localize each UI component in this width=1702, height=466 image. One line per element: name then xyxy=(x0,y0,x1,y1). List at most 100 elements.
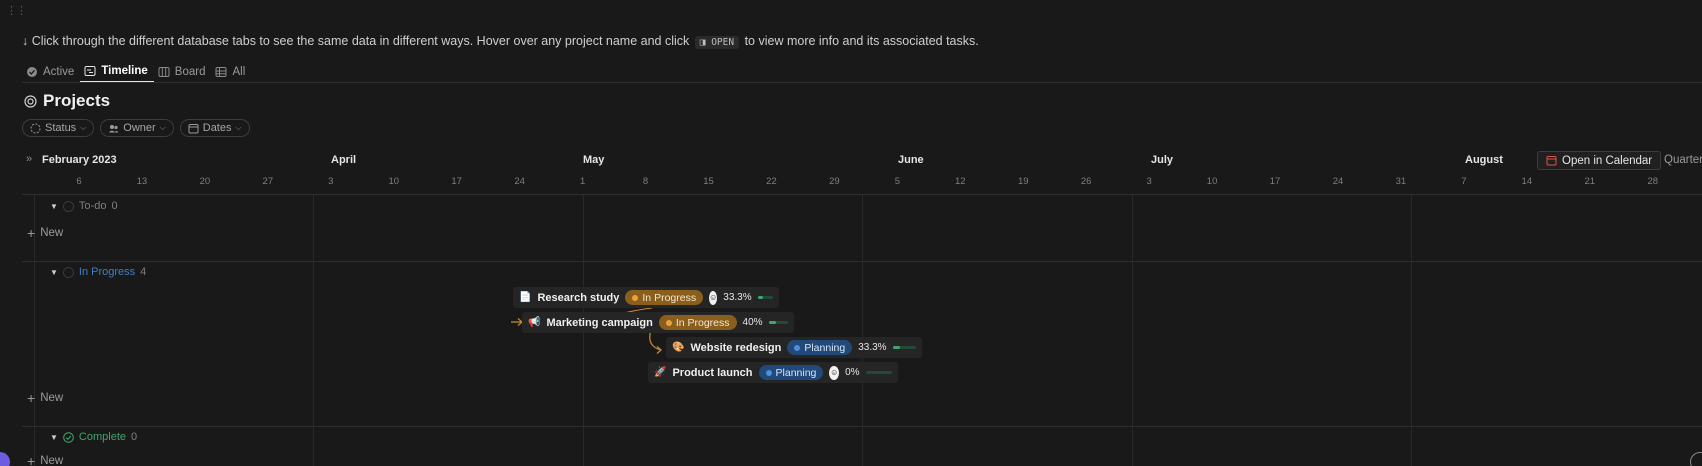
progress-bar-fill xyxy=(768,321,777,324)
megaphone-icon: 📢 xyxy=(528,317,541,328)
day-tick-label: 13 xyxy=(136,176,148,187)
avatar: ☺ xyxy=(709,290,718,305)
day-tick-label: 8 xyxy=(642,176,649,187)
project-card-marketing-campaign[interactable]: 📢 Marketing campaign In Progress 40% xyxy=(522,312,794,333)
status-badge: Planning xyxy=(787,340,853,355)
owner-filter-label: Owner xyxy=(123,122,156,134)
day-tick-label: 20 xyxy=(199,176,211,187)
page-title: Projects xyxy=(24,91,110,111)
progress-percent: 0% xyxy=(845,367,860,378)
group-in-progress[interactable]: ▼ In Progress 4 xyxy=(50,266,146,278)
day-tick-label: 24 xyxy=(514,176,525,187)
instruction-text: ↓ Click through the different database t… xyxy=(22,34,979,49)
day-tick-label: 26 xyxy=(1080,176,1092,187)
group-todo-count: 0 xyxy=(111,200,118,212)
day-tick-label: 17 xyxy=(451,176,462,187)
expand-sidebar-icon[interactable]: » xyxy=(26,153,32,165)
calendar-icon xyxy=(1546,156,1557,166)
tab-all[interactable]: All xyxy=(211,60,251,83)
group-complete[interactable]: ▼ Complete 0 xyxy=(50,431,137,443)
owner-filter[interactable]: Owner ⌵ xyxy=(100,119,174,137)
tab-active[interactable]: Active xyxy=(22,60,80,83)
status-dot xyxy=(765,369,772,376)
month-label: August xyxy=(1465,154,1503,166)
view-tabs: Active Timeline Board All xyxy=(22,60,251,83)
dates-filter-label: Dates xyxy=(202,122,232,134)
status-badge: Planning xyxy=(758,365,824,380)
help-bubble[interactable] xyxy=(0,452,10,466)
plus-icon: + xyxy=(27,225,36,241)
drag-handle-icon[interactable]: ⋮⋮ xyxy=(6,6,27,17)
project-card-website-redesign[interactable]: 🎨 Website redesign Planning 33.3% xyxy=(666,337,922,358)
instruction-text-after: to view more info and its associated tas… xyxy=(744,34,979,48)
day-tick-label: 12 xyxy=(955,176,966,187)
collapse-triangle-icon[interactable]: ▼ xyxy=(50,202,58,211)
project-card-product-launch[interactable]: 🚀 Product launch Planning ☺ 0% xyxy=(648,362,898,383)
group-complete-count: 0 xyxy=(131,431,138,443)
month-label: May xyxy=(583,154,605,166)
day-tick-label: 29 xyxy=(829,176,840,187)
board-icon xyxy=(158,66,170,77)
day-tick-label: 21 xyxy=(1584,176,1596,187)
chevron-down-icon: ⌵ xyxy=(80,123,87,132)
progress-bar xyxy=(865,371,892,374)
status-filter-label: Status xyxy=(45,122,77,134)
tab-board-label: Board xyxy=(174,65,206,78)
new-item-button[interactable]: + New xyxy=(27,225,63,241)
day-tick-label: 14 xyxy=(1521,176,1533,187)
tab-board[interactable]: Board xyxy=(154,60,212,83)
day-tick-label: 24 xyxy=(1332,176,1344,187)
progress-percent: 33.3% xyxy=(723,292,752,303)
project-name[interactable]: Product launch xyxy=(672,367,752,379)
status-dot xyxy=(794,344,801,351)
day-tick-label: 1 xyxy=(579,176,586,187)
check-circle-icon xyxy=(27,66,37,77)
grid-line xyxy=(313,194,314,466)
month-label: July xyxy=(1151,154,1174,166)
plus-icon: + xyxy=(27,453,36,466)
day-tick-label: 10 xyxy=(1206,176,1218,187)
tab-timeline[interactable]: Timeline xyxy=(80,60,154,83)
day-tick-label: 28 xyxy=(1647,176,1659,187)
tab-all-label: All xyxy=(232,65,246,78)
grid-line xyxy=(1132,194,1133,466)
progress-bar xyxy=(892,346,916,349)
progress-bar xyxy=(768,321,788,324)
open-in-calendar-label: Open in Calendar xyxy=(1562,154,1653,167)
day-tick-label: 17 xyxy=(1269,176,1281,187)
project-name[interactable]: Website redesign xyxy=(690,342,781,354)
table-icon xyxy=(215,66,227,77)
status-dot xyxy=(632,294,639,301)
group-todo-label: To-do xyxy=(78,200,107,212)
progress-bar xyxy=(757,296,773,299)
day-tick-label: 7 xyxy=(1461,176,1467,187)
zoom-select[interactable]: Quarter xyxy=(1664,154,1702,166)
page-title-text: Projects xyxy=(43,91,111,110)
day-tick-label: 22 xyxy=(766,176,777,187)
filter-bar: Status ⌵ Owner ⌵ Dates ⌵ xyxy=(22,119,250,137)
project-card-research-study[interactable]: 📄 Research study In Progress ☺ 33.3% xyxy=(513,287,779,308)
group-todo[interactable]: ▼ To-do 0 xyxy=(50,200,118,212)
group-complete-label: Complete xyxy=(78,431,126,443)
settings-icon[interactable] xyxy=(1690,452,1702,466)
new-item-button[interactable]: + New xyxy=(27,453,63,466)
status-badge: In Progress xyxy=(625,290,704,305)
avatar: ☺ xyxy=(829,365,840,380)
collapse-triangle-icon[interactable]: ▼ xyxy=(50,268,58,277)
progress-percent: 40% xyxy=(742,317,763,328)
collapse-triangle-icon[interactable]: ▼ xyxy=(50,433,58,442)
day-tick-label: 3 xyxy=(1146,176,1152,187)
project-name[interactable]: Research study xyxy=(537,292,619,304)
grid-line xyxy=(1411,194,1412,466)
project-name[interactable]: Marketing campaign xyxy=(546,317,652,329)
dates-filter[interactable]: Dates ⌵ xyxy=(179,119,250,137)
new-item-label: New xyxy=(40,227,64,239)
new-item-button[interactable]: + New xyxy=(27,390,63,406)
plus-icon: + xyxy=(27,390,36,406)
status-filter[interactable]: Status ⌵ xyxy=(22,119,95,137)
new-item-label: New xyxy=(40,392,64,404)
open-in-calendar-button[interactable]: Open in Calendar xyxy=(1537,151,1662,170)
day-tick-label: 15 xyxy=(703,176,714,187)
target-icon xyxy=(24,94,37,108)
status-badge-label: In Progress xyxy=(642,291,697,304)
